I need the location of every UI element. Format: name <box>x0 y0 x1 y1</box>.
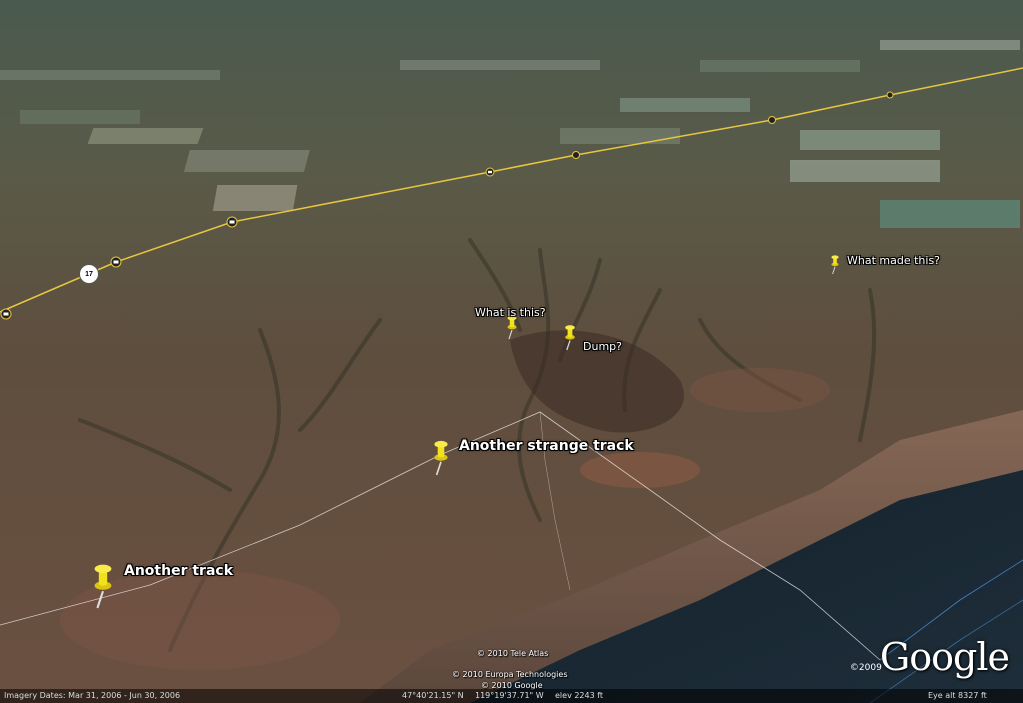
elevation-readout: elev 2243 ft <box>555 691 604 700</box>
camera-icon[interactable] <box>572 151 580 159</box>
logo-year: ©2009 <box>849 663 882 673</box>
credit-europa: © 2010 Europa Technologies <box>452 670 568 679</box>
imagery-dates: Imagery Dates: Mar 31, 2006 - Jun 30, 20… <box>4 691 181 700</box>
camera-icon[interactable] <box>0 308 12 320</box>
logo-text: Google <box>879 635 1010 679</box>
placemark-label-another-strange-track[interactable]: Another strange track <box>459 438 634 454</box>
camera-icon[interactable] <box>886 91 894 99</box>
camera-icon[interactable] <box>226 216 238 228</box>
status-bar: Imagery Dates: Mar 31, 2006 - Jun 30, 20… <box>0 689 1023 703</box>
highway-shield: 17 <box>79 264 99 284</box>
eye-altitude-readout: Eye alt 8327 ft <box>928 691 987 700</box>
map-viewport[interactable]: 17 What made this? What is this? Dump? A… <box>0 0 1023 703</box>
terrain-imagery[interactable] <box>0 0 1023 703</box>
camera-icon[interactable] <box>110 256 122 268</box>
placemark-label-dump[interactable]: Dump? <box>583 340 622 353</box>
placemark-label-what-is-this[interactable]: What is this? <box>475 306 546 319</box>
credit-tele-atlas: © 2010 Tele Atlas <box>477 649 549 658</box>
google-logo: ©2009 Google <box>850 635 1010 679</box>
camera-icon[interactable] <box>485 167 495 177</box>
placemark-label-what-made-this[interactable]: What made this? <box>847 254 940 267</box>
placemark-label-another-track[interactable]: Another track <box>124 563 233 579</box>
latitude-readout: 47°40'21.15" N <box>402 691 464 700</box>
longitude-readout: 119°19'37.71" W <box>475 691 544 700</box>
camera-icon[interactable] <box>768 116 776 124</box>
